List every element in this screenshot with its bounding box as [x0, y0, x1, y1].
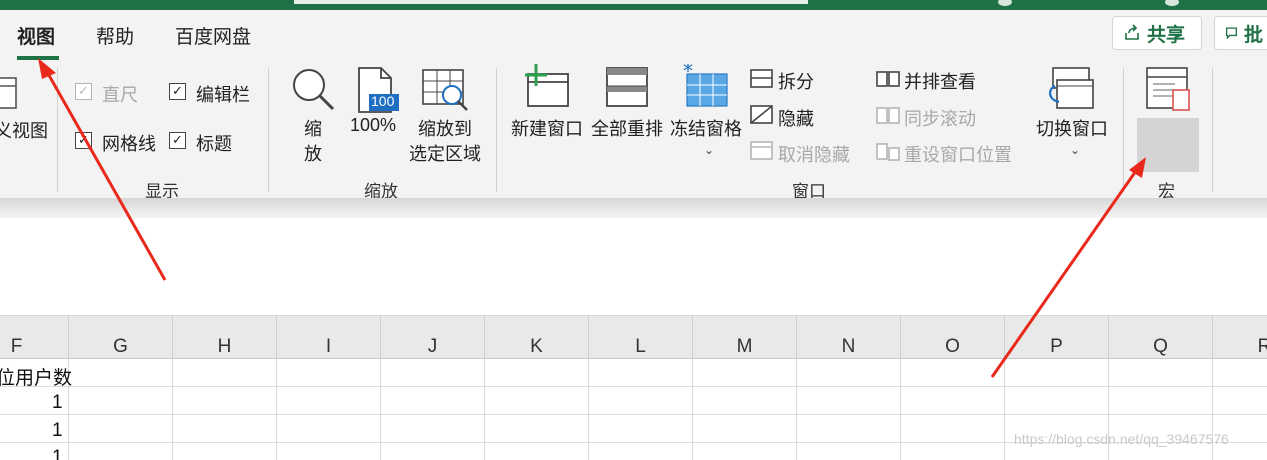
zoom-to-selection-line2: 选定区域	[409, 144, 481, 164]
tab-view[interactable]: 视图	[17, 22, 55, 49]
zoom-button-line2: 放	[304, 144, 322, 164]
grid-line	[484, 359, 485, 460]
zoom-100-button[interactable]: 100%	[350, 115, 396, 136]
zoom-100-icon-text: 100	[371, 93, 395, 109]
column-header-f[interactable]: F	[0, 316, 69, 359]
cell-f-value[interactable]: 1	[52, 447, 63, 460]
ruler-label: 直尺	[102, 85, 138, 105]
ribbon-shadow	[0, 198, 1267, 218]
share-button[interactable]: 共享	[1112, 16, 1202, 50]
column-header-m[interactable]: M	[693, 316, 797, 359]
column-header-r[interactable]: R	[1213, 316, 1267, 359]
sync-scroll-button[interactable]: 同步滚动	[904, 105, 976, 131]
grid-line	[796, 359, 797, 460]
ruler-checkbox[interactable]: ✓	[75, 83, 92, 100]
table-row[interactable]	[0, 359, 1267, 387]
tab-help[interactable]: 帮助	[96, 22, 134, 49]
grid-line	[172, 359, 173, 460]
formula-bar-label: 编辑栏	[196, 85, 250, 105]
freeze-panes-icon: *	[683, 64, 728, 107]
hide-icon	[750, 105, 773, 124]
custom-views-button[interactable]: 义视图	[0, 117, 48, 143]
custom-views-icon	[0, 77, 17, 109]
column-header-j[interactable]: J	[381, 316, 485, 359]
cell-f-value[interactable]: 1	[52, 392, 63, 414]
ribbon-tab-row: 视图 帮助 百度网盘 共享 批	[0, 10, 1267, 60]
grid-line	[380, 359, 381, 460]
split-icon	[750, 69, 773, 88]
comments-label: 批	[1243, 24, 1263, 46]
cell-f-header[interactable]: 位用户数	[0, 363, 72, 390]
view-side-by-side-button[interactable]: 并排查看	[904, 68, 976, 94]
title-decoration	[1165, 0, 1179, 6]
formula-bar-checkbox[interactable]: ✓	[169, 83, 186, 100]
zoom-to-selection-button[interactable]: 缩放到	[418, 115, 472, 141]
reset-position-icon	[876, 143, 900, 161]
group-separator	[1212, 68, 1213, 192]
column-header-o[interactable]: O	[901, 316, 1005, 359]
gridlines-checkbox[interactable]: ✓	[75, 132, 92, 149]
avatar[interactable]	[998, 0, 1012, 6]
zoom-to-selection-icon	[422, 69, 468, 111]
column-header-h[interactable]: H	[173, 316, 277, 359]
headings-checkbox[interactable]: ✓	[169, 132, 186, 149]
share-label: 共享	[1147, 24, 1186, 46]
grid-line	[588, 359, 589, 460]
group-separator	[57, 68, 58, 192]
headings-label: 标题	[196, 134, 232, 154]
ribbon-view: 义视图 ✓ 直尺 ✓ 编辑栏 ✓ 网格线 ✓ 标题 显示 缩 放 100 100…	[0, 60, 1267, 201]
split-button[interactable]: 拆分	[778, 68, 814, 94]
reset-window-position-button[interactable]: 重设窗口位置	[904, 141, 1012, 167]
column-header-p[interactable]: P	[1005, 316, 1109, 359]
comments-button[interactable]: 批	[1214, 16, 1267, 50]
column-header-g[interactable]: G	[69, 316, 173, 359]
macros-dropdown-highlight[interactable]	[1137, 118, 1199, 172]
arrange-all-icon	[606, 67, 648, 107]
switch-windows-icon	[1049, 67, 1094, 109]
group-separator	[1123, 68, 1124, 192]
zoom-button[interactable]: 缩	[304, 115, 322, 141]
zoom-magnifier-icon	[293, 69, 335, 111]
arrange-all-button[interactable]: 全部重排	[591, 115, 663, 141]
column-header-q[interactable]: Q	[1109, 316, 1213, 359]
column-header-i[interactable]: I	[277, 316, 381, 359]
new-window-icon	[525, 64, 569, 107]
group-separator	[268, 68, 269, 192]
hide-button[interactable]: 隐藏	[778, 105, 814, 131]
chevron-down-icon: ⌄	[1070, 143, 1081, 157]
title-bar	[0, 0, 1267, 10]
comment-icon	[1225, 27, 1238, 40]
macros-icon	[1146, 67, 1190, 111]
grid-line	[900, 359, 901, 460]
column-header-row: F G H I J K L M N O P Q R	[0, 315, 1267, 359]
table-row[interactable]	[0, 387, 1267, 415]
svg-text:*: *	[683, 64, 693, 83]
column-header-k[interactable]: K	[485, 316, 589, 359]
switch-windows-button[interactable]: 切换窗口	[1036, 115, 1108, 141]
chevron-down-icon: ⌄	[704, 143, 715, 157]
watermark: https://blog.csdn.net/qq_39467576	[1014, 431, 1229, 447]
side-by-side-icon	[876, 71, 900, 87]
tab-baidu-netdisk[interactable]: 百度网盘	[175, 22, 251, 49]
unhide-icon	[750, 141, 773, 160]
gridlines-label: 网格线	[102, 134, 156, 154]
grid-line	[1004, 359, 1005, 460]
group-separator	[496, 68, 497, 192]
column-header-n[interactable]: N	[797, 316, 901, 359]
freeze-panes-button[interactable]: 冻结窗格	[670, 115, 742, 141]
grid-line	[692, 359, 693, 460]
column-header-l[interactable]: L	[589, 316, 693, 359]
new-window-button[interactable]: 新建窗口	[511, 115, 583, 141]
unhide-button[interactable]: 取消隐藏	[778, 141, 850, 167]
cell-f-value[interactable]: 1	[52, 420, 63, 442]
grid-line	[276, 359, 277, 460]
share-icon	[1125, 24, 1139, 40]
sync-scroll-icon	[876, 107, 900, 124]
formula-bar-area[interactable]	[0, 218, 1267, 315]
search-box[interactable]	[294, 0, 808, 4]
